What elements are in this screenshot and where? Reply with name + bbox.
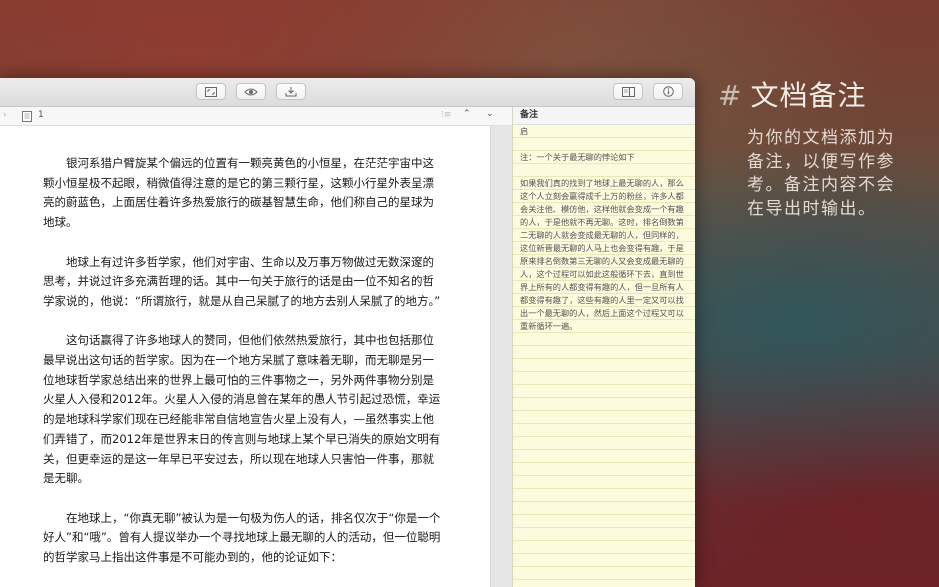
feature-description: 为你的文档添加为备注，以便写作参考。备注内容不会在导出时输出。	[747, 128, 895, 219]
notes-body[interactable]: 启 注：一个关于最无聊的悖论如下 如果我们真的找到了地球上最无聊的人，那么这个人…	[513, 125, 695, 587]
notes-panel: 备注 启 注：一个关于最无聊的悖论如下 如果我们真的找到了地球上最无聊的人，那么…	[512, 107, 695, 587]
note-line[interactable]: 注：一个关于最无聊的悖论如下	[513, 151, 695, 164]
feature-title-text: 文档备注	[750, 79, 867, 112]
document-editor[interactable]: 银河系猎户臂旋某个偏远的位置有一颗亮黄色的小恒星，在茫茫宇宙中这颗小恒星极不起眼…	[0, 126, 490, 587]
notes-sidebar-toggle-button[interactable]	[613, 83, 643, 100]
back-chevron-icon[interactable]: ›	[3, 110, 7, 120]
info-icon	[662, 86, 674, 97]
fullscreen-icon	[205, 86, 217, 97]
paragraph[interactable]: 在地球上，“你真无聊”被认为是一句极为伤人的话，排名仅次于“你是一个好人”和“哦…	[43, 509, 445, 568]
page-navigation-bar: › 1 ⁝≡ ⌃ ⌄	[0, 107, 512, 126]
document-text[interactable]: 银河系猎户臂旋某个偏远的位置有一颗亮黄色的小恒星，在茫茫宇宙中这颗小恒星极不起眼…	[43, 154, 445, 587]
notes-header: 备注	[513, 107, 695, 125]
document-icon	[22, 111, 32, 122]
outline-list-icon[interactable]: ⁝≡	[441, 110, 451, 120]
note-blank-line	[513, 138, 695, 151]
note-blank-line	[513, 164, 695, 177]
hash-symbol: #	[718, 79, 743, 112]
paragraph[interactable]: 地球上有过许多哲学家，他们对宇宙、生命以及万事万物做过无数深邃的思考，并说过许多…	[43, 253, 445, 312]
feature-title: # 文档备注	[718, 74, 866, 114]
toolbar	[0, 78, 695, 107]
paragraph[interactable]: 这句话赢得了许多地球人的赞同，但他们依然热爱旅行，其中也包括那位最早说出这句话的…	[43, 331, 445, 489]
note-line[interactable]: 如果我们真的找到了地球上最无聊的人，那么这个人立刻会赢得成千上万的粉丝，许多人都…	[513, 177, 695, 333]
sidebar-toggle-icon	[621, 86, 635, 97]
fullscreen-button[interactable]	[196, 83, 226, 100]
previous-chevron-up-icon[interactable]: ⌃	[463, 109, 471, 119]
note-line[interactable]: 启	[513, 125, 695, 138]
export-download-icon	[285, 87, 297, 97]
editor-window: › 1 ⁝≡ ⌃ ⌄ 银河系猎户臂旋某个偏远的位置有一颗亮黄色的小恒星，在茫茫宇…	[0, 78, 695, 587]
next-chevron-down-icon[interactable]: ⌄	[486, 109, 494, 119]
preview-button[interactable]	[236, 83, 266, 100]
info-button[interactable]	[653, 83, 683, 100]
editor-scroll-gutter[interactable]	[490, 126, 512, 587]
paragraph[interactable]: 银河系猎户臂旋某个偏远的位置有一颗亮黄色的小恒星，在茫茫宇宙中这颗小恒星极不起眼…	[43, 154, 445, 233]
page-number: 1	[38, 110, 44, 120]
preview-eye-icon	[244, 88, 258, 95]
export-button[interactable]	[276, 83, 306, 100]
